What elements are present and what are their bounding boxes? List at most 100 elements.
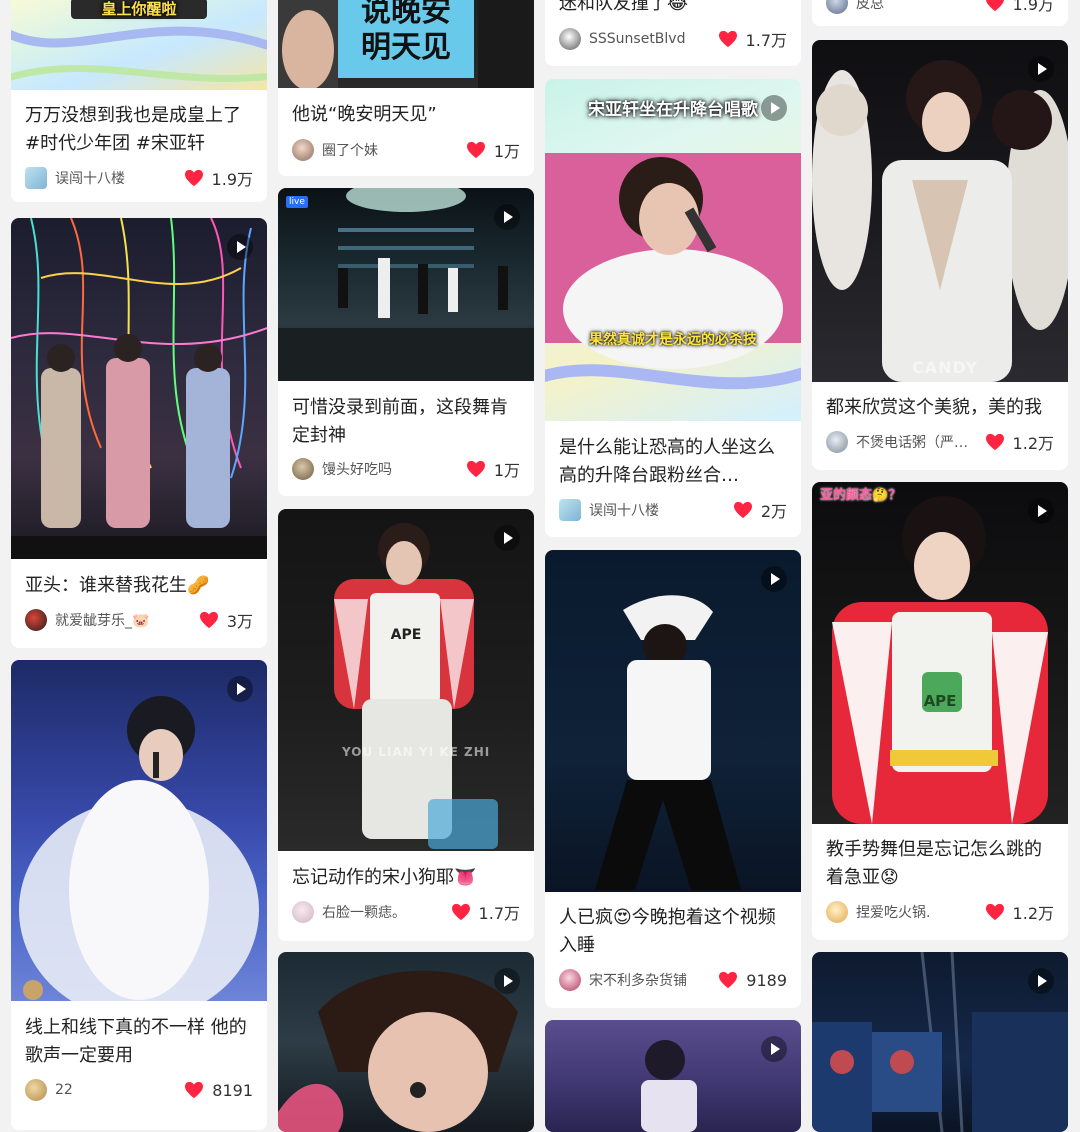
play-icon [761, 1036, 787, 1062]
author-name[interactable]: 宋不利多杂货铺 [589, 970, 710, 990]
like-count: 1.9万 [1012, 0, 1054, 14]
feed-card[interactable]: CANDY 都来欣赏这个美貌，美的我 不煲电话粥（严… 1.2万 [812, 40, 1068, 470]
heart-icon[interactable] [466, 460, 486, 478]
avatar[interactable] [292, 901, 314, 923]
author-name[interactable]: 22 [55, 1082, 176, 1098]
like-count: 1.2万 [1012, 434, 1054, 453]
feed-card[interactable]: 宋亚轩坐在升降台唱歌 果然真诚才是永远的必杀技 是什么能让恐高的人坐这么 高的升… [545, 79, 801, 537]
author-name[interactable]: 右脸一颗痣。 [322, 902, 443, 922]
avatar[interactable] [559, 969, 581, 991]
like-count: 9189 [746, 970, 787, 990]
video-thumbnail[interactable] [11, 218, 267, 559]
video-thumbnail[interactable]: CANDY [812, 40, 1068, 382]
play-icon [227, 676, 253, 702]
video-thumbnail[interactable] [545, 550, 801, 892]
feed-card[interactable]: 皮总 1.9万 [812, 0, 1068, 26]
feed-card[interactable]: 说晚安 明天见 他说“晚安明天见” 圈了个妹 1万 [278, 0, 534, 176]
card-title: 都来欣赏这个美貌，美的我 [826, 397, 1042, 418]
video-thumbnail[interactable]: 皇上你醒啦 [11, 0, 267, 90]
author-name[interactable]: 误闯十八楼 [55, 168, 176, 188]
play-icon [761, 95, 787, 121]
heart-icon[interactable] [184, 169, 204, 187]
feed-card[interactable]: 亚头：谁来替我花生🥜 就爱龇芽乐_🐷 3万 [11, 218, 267, 648]
card-title: 亚头：谁来替我花生🥜 [25, 575, 210, 596]
play-icon [494, 968, 520, 994]
feed-card[interactable]: live 可惜没录到前面，这段舞肯 定封神 馒头好吃吗 1万 [278, 188, 534, 496]
video-thumbnail[interactable] [812, 952, 1068, 1132]
feed-card[interactable] [545, 1020, 801, 1132]
feed-card[interactable]: 皇上你醒啦 万万没想到我也是成皇上了 #时代少年团 #宋亚轩 误闯十八楼 1.9… [11, 0, 267, 202]
avatar[interactable] [559, 499, 581, 521]
video-thumbnail[interactable] [545, 1020, 801, 1132]
card-meta: 就爱龇芽乐_🐷 3万 [25, 607, 253, 633]
play-icon [1028, 968, 1054, 994]
video-thumbnail[interactable] [11, 660, 267, 1001]
feed-card[interactable]: 线上和线下真的不一样 他的 歌声一定要用 22 8191 [11, 660, 267, 1130]
card-meta: 馒头好吃吗 1万 [292, 456, 520, 482]
video-thumbnail[interactable]: 说晚安 明天见 [278, 0, 534, 88]
feed-card[interactable]: 迷和队友撞了😂 SSSunsetBlvd 1.7万 [545, 0, 801, 66]
video-thumbnail[interactable]: live [278, 188, 534, 381]
author-name[interactable]: 捏爱吃火锅. [856, 902, 977, 922]
feed-card[interactable] [278, 952, 534, 1132]
video-thumbnail[interactable]: APE YOU LIAN YI KE ZHI [278, 509, 534, 851]
like-count: 1万 [493, 461, 520, 480]
like-count: 2万 [760, 502, 787, 521]
avatar[interactable] [292, 458, 314, 480]
avatar[interactable] [826, 901, 848, 923]
avatar[interactable] [826, 0, 848, 14]
heart-icon[interactable] [466, 141, 486, 159]
card-meta: 误闯十八楼 2万 [559, 497, 787, 523]
like-count: 1.7万 [745, 31, 787, 50]
card-meta: 22 8191 [25, 1077, 253, 1103]
heart-icon[interactable] [733, 501, 753, 519]
card-title: 人已疯😍今晚抱着这个视频 入睡 [559, 907, 776, 956]
heart-icon[interactable] [184, 1081, 204, 1099]
author-name[interactable]: 误闯十八楼 [589, 500, 725, 520]
author-name[interactable]: 就爱龇芽乐_🐷 [55, 610, 191, 630]
like-count: 1.2万 [1012, 904, 1054, 923]
author-name[interactable]: 圈了个妹 [322, 140, 458, 160]
avatar[interactable] [25, 167, 47, 189]
avatar[interactable] [292, 139, 314, 161]
heart-icon[interactable] [718, 971, 738, 989]
video-caption-overlay: 亚的颜态🤔？ [820, 488, 902, 503]
feed-card[interactable] [812, 952, 1068, 1132]
card-title: 线上和线下真的不一样 他的 歌声一定要用 [25, 1017, 247, 1066]
avatar[interactable] [559, 28, 581, 50]
shirt-logo-text: APE [390, 627, 422, 643]
author-name[interactable]: 馒头好吃吗 [322, 459, 458, 479]
heart-icon[interactable] [718, 30, 738, 48]
like-count: 1.9万 [211, 170, 253, 189]
card-meta: 捏爱吃火锅. 1.2万 [826, 899, 1054, 925]
heart-icon[interactable] [985, 433, 1005, 451]
author-name[interactable]: 不煲电话粥（严… [856, 432, 977, 452]
shirt-logo-text: APE [923, 692, 957, 710]
card-title: 他说“晚安明天见” [292, 104, 437, 125]
avatar[interactable] [25, 1079, 47, 1101]
like-count: 1.7万 [478, 904, 520, 923]
feed-card[interactable]: 亚的颜态🤔？ APE 教手势舞但是忘记怎么跳的 着急亚😟 捏爱吃火锅. 1.2万 [812, 482, 1068, 940]
video-subtitle-overlay: 果然真诚才是永远的必杀技 [589, 332, 757, 348]
heart-icon[interactable] [985, 0, 1005, 12]
play-icon [761, 566, 787, 592]
heart-icon[interactable] [199, 611, 219, 629]
avatar[interactable] [826, 431, 848, 453]
feed-card[interactable]: APE YOU LIAN YI KE ZHI 忘记动作的宋小狗耶👅 右脸一颗痣。… [278, 509, 534, 941]
heart-icon[interactable] [985, 903, 1005, 921]
video-thumbnail[interactable]: 亚的颜态🤔？ APE [812, 482, 1068, 824]
avatar[interactable] [25, 609, 47, 631]
live-badge: live [286, 196, 308, 208]
card-meta: SSSunsetBlvd 1.7万 [559, 26, 787, 52]
like-count: 8191 [212, 1080, 253, 1100]
feed-card[interactable]: 人已疯😍今晚抱着这个视频 入睡 宋不利多杂货铺 9189 [545, 550, 801, 1008]
card-title: 可惜没录到前面，这段舞肯 定封神 [292, 397, 508, 446]
video-thumbnail[interactable]: 宋亚轩坐在升降台唱歌 果然真诚才是永远的必杀技 [545, 79, 801, 421]
heart-icon[interactable] [451, 903, 471, 921]
card-title: 万万没想到我也是成皇上了 #时代少年团 #宋亚轩 [25, 105, 241, 154]
video-thumbnail[interactable] [278, 952, 534, 1132]
author-name[interactable]: SSSunsetBlvd [589, 31, 710, 47]
author-name[interactable]: 皮总 [856, 0, 977, 13]
play-icon [1028, 498, 1054, 524]
card-meta: 右脸一颗痣。 1.7万 [292, 899, 520, 925]
